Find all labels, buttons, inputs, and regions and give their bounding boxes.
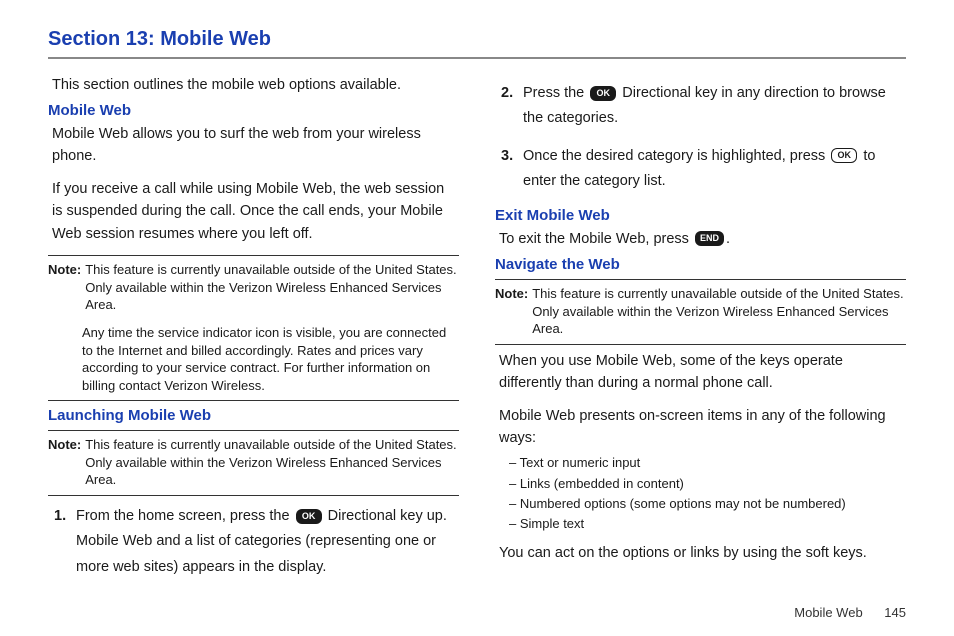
section-title: Section 13: Mobile Web bbox=[48, 28, 906, 59]
list-item: Simple text bbox=[509, 514, 906, 534]
note-label: Note: bbox=[495, 285, 528, 338]
ok-key-icon: OK bbox=[296, 509, 322, 524]
text-fragment: . bbox=[726, 231, 730, 247]
mobile-web-p2: If you receive a call while using Mobile… bbox=[52, 178, 455, 245]
steps-right: 2. Press the OK Directional key in any d… bbox=[495, 81, 906, 195]
text-fragment: To exit the Mobile Web, press bbox=[499, 231, 693, 247]
footer-label: Mobile Web bbox=[794, 605, 862, 620]
page-footer: Mobile Web 145 bbox=[794, 605, 906, 620]
step-text: From the home screen, press the OK Direc… bbox=[76, 504, 459, 580]
right-column: 2. Press the OK Directional key in any d… bbox=[495, 73, 906, 592]
text-fragment: Press the bbox=[523, 85, 588, 101]
navigate-p2: Mobile Web presents on-screen items in a… bbox=[499, 405, 902, 450]
step-number: 3. bbox=[495, 144, 523, 195]
step-3: 3. Once the desired category is highligh… bbox=[495, 144, 906, 195]
step-text: Once the desired category is highlighted… bbox=[523, 144, 906, 195]
ok-key-icon: OK bbox=[590, 86, 616, 101]
list-item: Links (embedded in content) bbox=[509, 474, 906, 494]
divider bbox=[495, 279, 906, 280]
list-item: Numbered options (some options may not b… bbox=[509, 494, 906, 514]
exit-text: To exit the Mobile Web, press END. bbox=[499, 228, 902, 250]
heading-navigate: Navigate the Web bbox=[495, 256, 906, 273]
text-fragment: From the home screen, press the bbox=[76, 508, 294, 524]
end-key-icon: END bbox=[695, 231, 724, 246]
note-extra: Any time the service indicator icon is v… bbox=[82, 324, 459, 394]
navigate-p3: You can act on the options or links by u… bbox=[499, 542, 902, 564]
left-column: This section outlines the mobile web opt… bbox=[48, 73, 459, 592]
dash-list: Text or numeric input Links (embedded in… bbox=[509, 453, 906, 534]
steps-left: 1. From the home screen, press the OK Di… bbox=[48, 504, 459, 580]
intro-text: This section outlines the mobile web opt… bbox=[52, 75, 459, 96]
step-1: 1. From the home screen, press the OK Di… bbox=[48, 504, 459, 580]
mobile-web-p1: Mobile Web allows you to surf the web fr… bbox=[52, 123, 455, 168]
heading-exit: Exit Mobile Web bbox=[495, 207, 906, 224]
note-2: Note: This feature is currently unavaila… bbox=[48, 436, 459, 489]
divider bbox=[48, 495, 459, 496]
note-text: This feature is currently unavailable ou… bbox=[85, 261, 459, 314]
step-number: 1. bbox=[48, 504, 76, 580]
heading-launching: Launching Mobile Web bbox=[48, 407, 459, 424]
navigate-p1: When you use Mobile Web, some of the key… bbox=[499, 350, 902, 395]
step-2: 2. Press the OK Directional key in any d… bbox=[495, 81, 906, 132]
content-columns: This section outlines the mobile web opt… bbox=[48, 73, 906, 592]
divider bbox=[48, 430, 459, 431]
ok-key-icon: OK bbox=[831, 148, 857, 163]
list-item: Text or numeric input bbox=[509, 453, 906, 473]
text-fragment: Once the desired category is highlighted… bbox=[523, 148, 829, 164]
step-text: Press the OK Directional key in any dire… bbox=[523, 81, 906, 132]
note-3: Note: This feature is currently unavaila… bbox=[495, 285, 906, 338]
divider bbox=[48, 400, 459, 401]
note-1: Note: This feature is currently unavaila… bbox=[48, 261, 459, 394]
heading-mobile-web: Mobile Web bbox=[48, 102, 459, 119]
note-text: This feature is currently unavailable ou… bbox=[85, 436, 459, 489]
note-text: This feature is currently unavailable ou… bbox=[532, 285, 906, 338]
divider bbox=[495, 344, 906, 345]
divider bbox=[48, 255, 459, 256]
note-label: Note: bbox=[48, 261, 81, 314]
note-label: Note: bbox=[48, 436, 81, 489]
step-number: 2. bbox=[495, 81, 523, 132]
page-number: 145 bbox=[884, 605, 906, 620]
